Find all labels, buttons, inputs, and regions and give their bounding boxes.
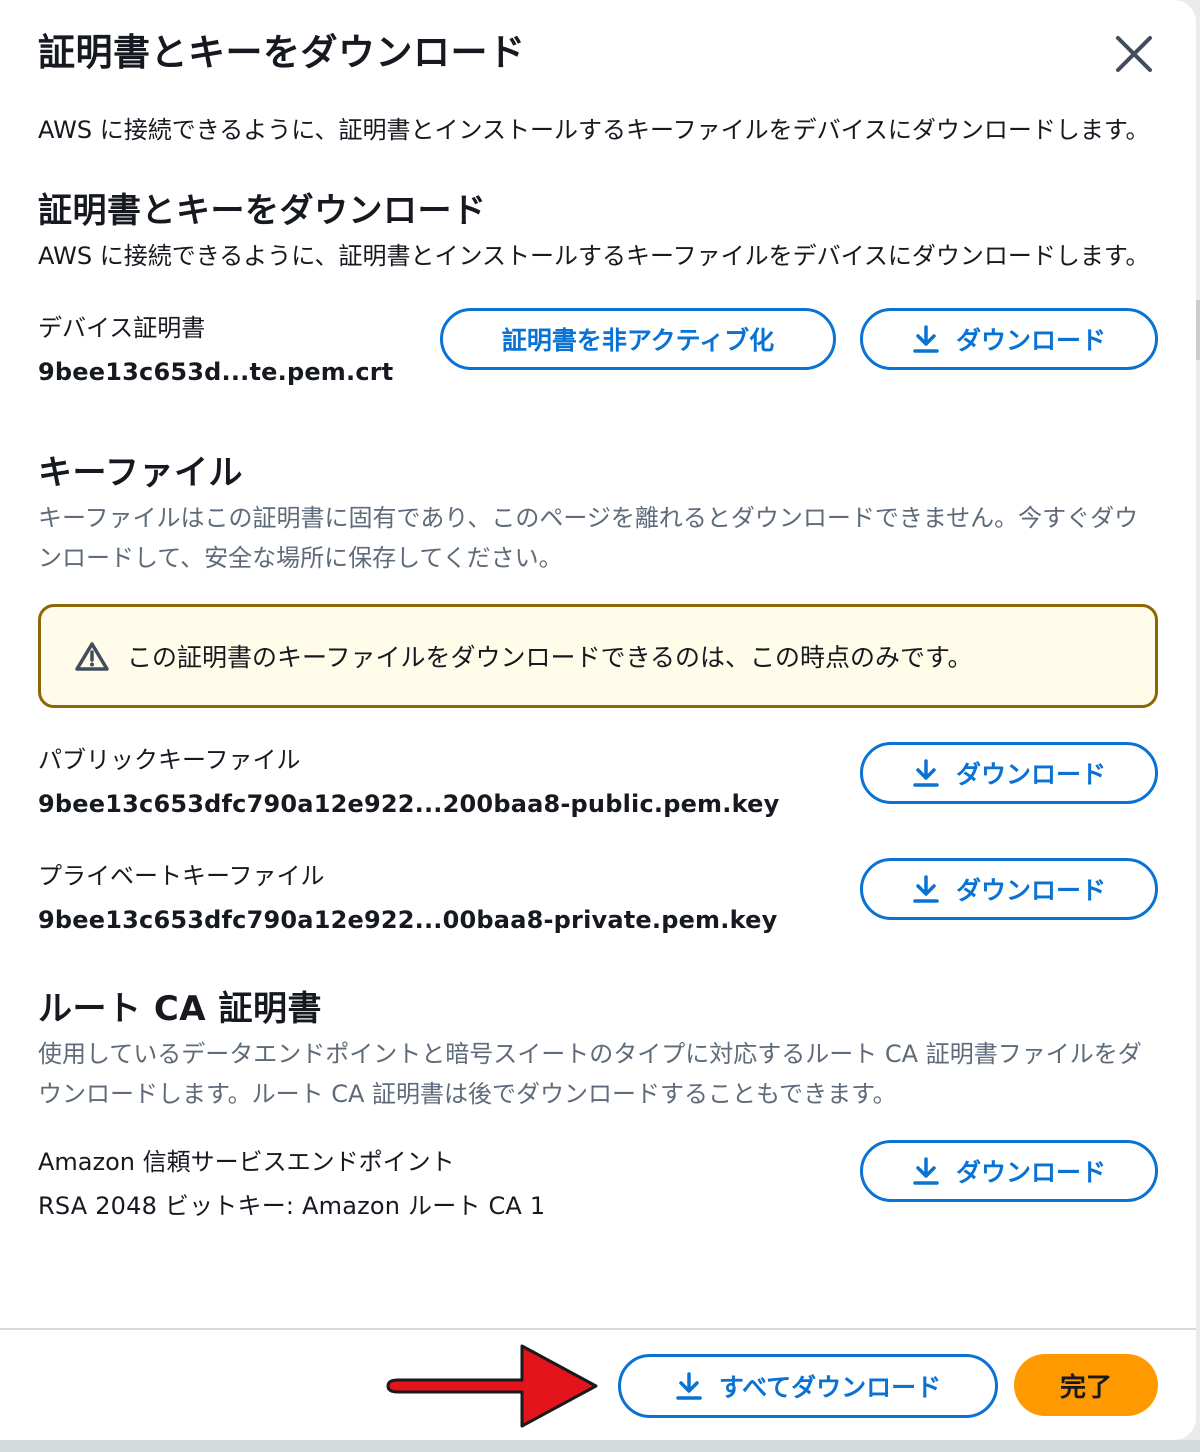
modal-footer: すべてダウンロード 完了 [0,1328,1196,1440]
device-cert-file: 9bee13c653d...te.pem.crt [38,358,394,386]
close-icon [1116,36,1152,72]
download-icon [913,875,939,903]
public-key-download-button[interactable]: ダウンロード [860,742,1158,804]
download-label: ダウンロード [955,1158,1106,1187]
device-cert-row: デバイス証明書 9bee13c653d...te.pem.crt 証明書を非アク… [38,308,1160,400]
done-button[interactable]: 完了 [1014,1354,1158,1416]
modal-intro: AWS に接続できるように、証明書とインストールするキーファイルをデバイスにダウ… [38,116,1150,144]
root-ca-file: RSA 2048 ビットキー: Amazon ルート CA 1 [38,1192,546,1220]
download-cert-modal: 証明書とキーをダウンロード AWS に接続できるように、証明書とインストールする… [0,0,1196,1440]
background-page-strip [0,1440,1200,1452]
public-key-row: パブリックキーファイル 9bee13c653dfc790a12e922...20… [38,740,1160,832]
modal-header: 証明書とキーをダウンロード [38,24,1158,84]
download-icon [676,1372,702,1400]
key-section-title: キーファイル [38,453,243,493]
device-cert-download-button[interactable]: ダウンロード [860,308,1158,370]
root-ca-row: Amazon 信頼サービスエンドポイント RSA 2048 ビットキー: Ama… [38,1140,1160,1234]
root-ca-endpoint-label: Amazon 信頼サービスエンドポイント [38,1148,455,1176]
root-ca-section-description: 使用しているデータエンドポイントと暗号スイートのタイプに対応するルート CA 証… [38,1040,1142,1108]
download-icon [913,325,939,353]
done-label: 完了 [1059,1372,1112,1403]
key-section-description: キーファイルはこの証明書に固有であり、このページを離れるとダウンロードできません… [38,504,1139,572]
scrollbar[interactable] [1196,300,1200,360]
deactivate-cert-button[interactable]: 証明書を非アクティブ化 [440,308,836,370]
deactivate-cert-label: 証明書を非アクティブ化 [501,326,775,355]
public-key-file: 9bee13c653dfc790a12e922...200baa8-public… [38,790,780,818]
close-button[interactable] [1112,32,1156,76]
red-arrow-icon [386,1344,598,1428]
cert-section-description: AWS に接続できるように、証明書とインストールするキーファイルをデバイスにダウ… [38,242,1150,270]
modal-content: AWS に接続できるように、証明書とインストールするキーファイルをデバイスにダウ… [38,110,1160,1234]
download-all-label: すべてダウンロード [718,1373,942,1402]
private-key-file: 9bee13c653dfc790a12e922...00baa8-private… [38,906,778,934]
warning-alert: この証明書のキーファイルをダウンロードできるのは、この時点のみです。 [38,604,1158,708]
download-icon [913,1157,939,1185]
private-key-row: プライベートキーファイル 9bee13c653dfc790a12e922...0… [38,856,1160,948]
public-key-label: パブリックキーファイル [38,746,301,774]
modal-title: 証明書とキーをダウンロード [38,31,526,74]
download-icon [913,759,939,787]
download-label: ダウンロード [955,760,1106,789]
warning-text: この証明書のキーファイルをダウンロードできるのは、この時点のみです。 [127,643,973,672]
download-label: ダウンロード [955,876,1106,905]
device-cert-label: デバイス証明書 [38,314,206,342]
download-all-button[interactable]: すべてダウンロード [618,1354,998,1418]
private-key-label: プライベートキーファイル [38,862,325,890]
root-ca-download-button[interactable]: ダウンロード [860,1140,1158,1202]
download-label: ダウンロード [955,326,1106,355]
warning-icon [75,642,109,671]
cert-section-title: 証明書とキーをダウンロード [38,191,487,231]
root-ca-section-title: ルート CA 証明書 [38,989,322,1029]
private-key-download-button[interactable]: ダウンロード [860,858,1158,920]
